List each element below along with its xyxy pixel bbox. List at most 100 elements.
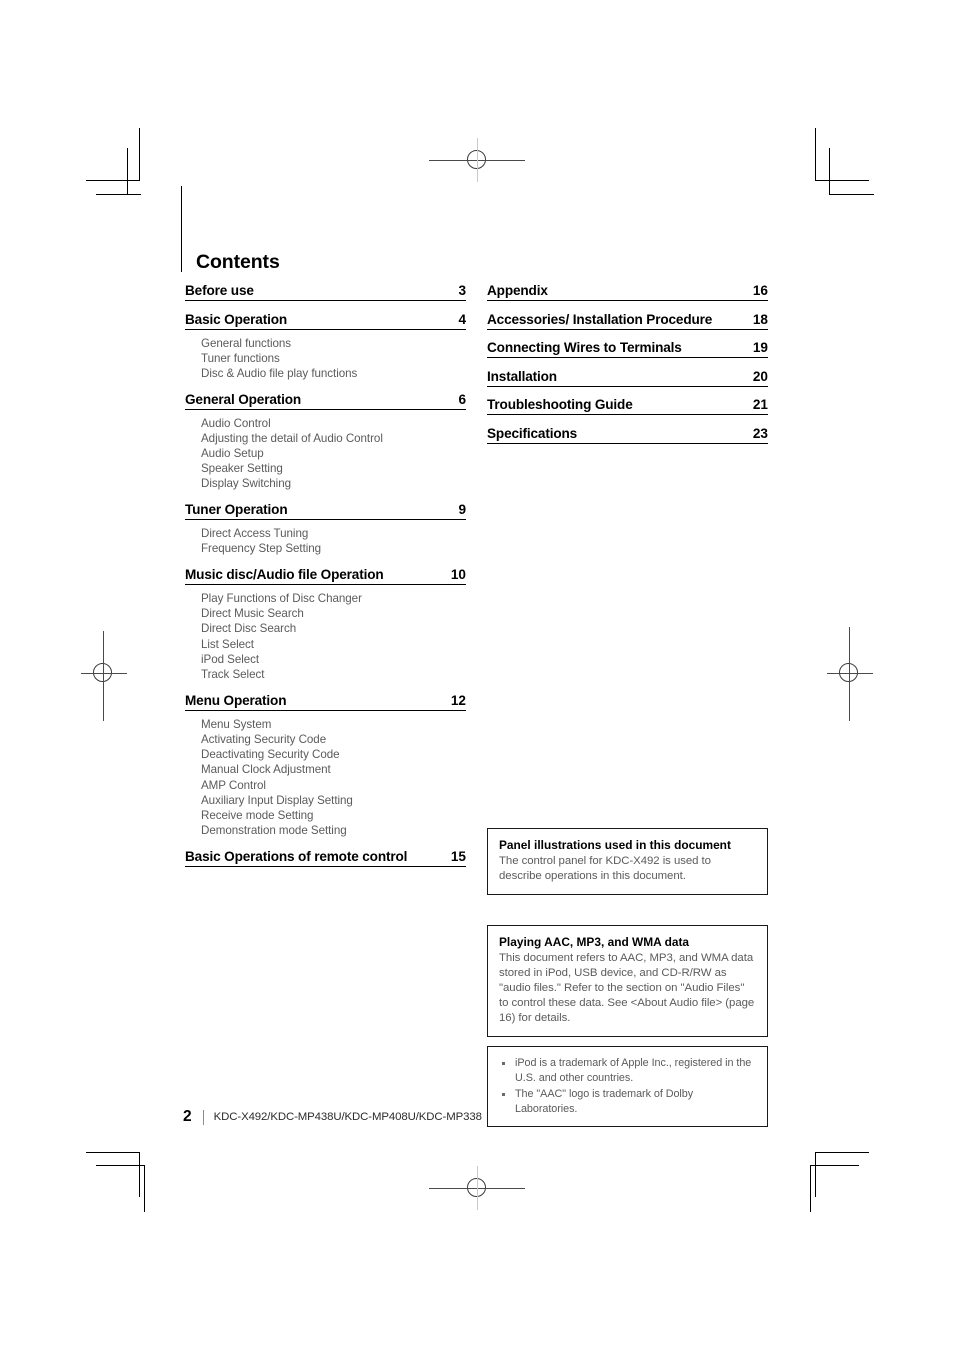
toc-subitem[interactable]: Adjusting the detail of Audio Control [201, 431, 466, 446]
footer-divider [202, 1109, 204, 1125]
note-box-panel-illustrations: Panel illustrations used in this documen… [487, 828, 768, 895]
note-body: The control panel for KDC-X492 is used t… [499, 855, 711, 882]
toc-entry-page-number: 18 [752, 311, 768, 327]
note-body: This document refers to AAC, MP3, and WM… [499, 952, 755, 1024]
toc-entry-page-number: 3 [458, 283, 466, 298]
toc-subitem[interactable]: iPod Select [201, 652, 466, 667]
toc-column-right: Appendix 16 Accessories/ Installation Proc… [487, 283, 768, 444]
toc-subitem[interactable]: General functions [201, 336, 466, 351]
toc-subitem[interactable]: Tuner functions [201, 351, 466, 366]
toc-subitem-list: General functions Tuner functions Disc & A… [185, 336, 466, 382]
toc-entry[interactable]: General Operation 6 [185, 392, 466, 410]
toc-subitem-list: Audio Control Adjusting the detail of Aud… [185, 416, 466, 492]
toc-subitem[interactable]: Speaker Setting [201, 461, 466, 476]
toc-entry[interactable]: Before use 3 [185, 283, 466, 301]
toc-entry-page-number: 21 [752, 397, 768, 412]
toc-entry[interactable]: Music disc/Audio file Operation 10 [185, 567, 466, 586]
toc-entry-title: Connecting Wires to Terminals [487, 340, 682, 355]
trademark-notice-box: iPod is a trademark of Apple Inc., regis… [487, 1046, 768, 1127]
toc-entry-title: Troubleshooting Guide [487, 397, 633, 412]
toc-entry-page-number: 23 [752, 425, 768, 441]
toc-entry-page-number: 12 [450, 692, 466, 708]
trademark-item: The "AAC" logo is trademark of Dolby Lab… [498, 1087, 756, 1117]
page-footer: 2 KDC-X492/KDC-MP438U/KDC-MP408U/KDC-MP3… [183, 1108, 482, 1126]
toc-entry-title: Menu Operation [185, 692, 287, 708]
toc-subitem[interactable]: Receive mode Setting [201, 808, 466, 823]
toc-subitem[interactable]: Menu System [201, 717, 466, 732]
toc-subitem[interactable]: AMP Control [201, 778, 466, 793]
toc-entry[interactable]: Menu Operation 12 [185, 693, 466, 711]
toc-entry-title: Appendix [487, 283, 548, 298]
toc-subitem-list: Play Functions of Disc Changer Direct Mus… [185, 591, 466, 682]
toc-entry-title: Basic Operation [185, 311, 287, 327]
toc-entry-page-number: 19 [752, 340, 768, 355]
trademark-text: iPod is a trademark of Apple Inc., regis… [515, 1057, 752, 1084]
page-title-rule [181, 186, 182, 272]
toc-entry[interactable]: Tuner Operation 9 [185, 502, 466, 521]
toc-subitem[interactable]: Activating Security Code [201, 732, 466, 747]
toc-entry[interactable]: Accessories/ Installation Procedure 18 [487, 312, 768, 330]
toc-subitem[interactable]: List Select [201, 637, 466, 652]
toc-subitem[interactable]: Deactivating Security Code [201, 747, 466, 762]
toc-entry-title: Tuner Operation [185, 502, 288, 518]
toc-subitem[interactable]: Direct Disc Search [201, 621, 466, 636]
toc-group: Appendix 16 [487, 283, 768, 301]
toc-entry[interactable]: Installation 20 [487, 369, 768, 387]
toc-entry[interactable]: Basic Operation 4 [185, 312, 466, 330]
note-title: Playing AAC, MP3, and WMA data [499, 935, 690, 949]
footer-model-list: KDC-X492/KDC-MP438U/KDC-MP408U/KDC-MP338 [213, 1111, 482, 1123]
bullet-icon [502, 1062, 505, 1065]
footer-page-number: 2 [183, 1108, 192, 1125]
toc-subitem-list: Direct Access Tuning Frequency Step Setti… [185, 526, 466, 556]
toc-entry[interactable]: Connecting Wires to Terminals 19 [487, 340, 768, 358]
toc-subitem[interactable]: Track Select [201, 667, 466, 682]
toc-group: Basic Operation 4 General functions Tuner f… [185, 312, 466, 382]
toc-group: Music disc/Audio file Operation 10 Play Fu… [185, 567, 466, 682]
toc-subitem[interactable]: Disc & Audio file play functions [201, 366, 466, 381]
toc-entry[interactable]: Basic Operations of remote control 15 [185, 849, 466, 867]
toc-group: Specifications 23 [487, 426, 768, 444]
toc-entry-title: Accessories/ Installation Procedure [487, 311, 713, 327]
toc-subitem[interactable]: Display Switching [201, 476, 466, 491]
document-page: Contents Before use 3 Basic Operation 4 Gene… [0, 0, 954, 1350]
toc-group: Tuner Operation 9 Direct Access Tuning Freq… [185, 502, 466, 556]
toc-entry-title: Basic Operations of remote control [185, 848, 408, 864]
toc-subitem[interactable]: Frequency Step Setting [201, 541, 466, 556]
toc-group: Accessories/ Installation Procedure 18 [487, 312, 768, 330]
toc-subitem[interactable]: Direct Access Tuning [201, 526, 466, 541]
toc-subitem[interactable]: Play Functions of Disc Changer [201, 591, 466, 606]
toc-entry[interactable]: Appendix 16 [487, 283, 768, 301]
toc-entry-title: General Operation [185, 391, 302, 407]
toc-entry-title: Before use [185, 283, 254, 298]
bullet-icon [502, 1093, 505, 1096]
toc-entry[interactable]: Troubleshooting Guide 21 [487, 397, 768, 415]
trademark-list: iPod is a trademark of Apple Inc., regis… [498, 1056, 756, 1117]
toc-group: Installation 20 [487, 369, 768, 387]
toc-group: Menu Operation 12 Menu System Activating Se… [185, 693, 466, 839]
toc-subitem[interactable]: Auxiliary Input Display Setting [201, 793, 466, 808]
toc-group: Before use 3 [185, 283, 466, 301]
toc-group: Basic Operations of remote control 15 [185, 849, 466, 867]
page-title: Contents [196, 251, 280, 274]
trademark-item: iPod is a trademark of Apple Inc., regis… [498, 1056, 756, 1086]
toc-entry-page-number: 6 [458, 391, 466, 407]
toc-subitem[interactable]: Demonstration mode Setting [201, 823, 466, 838]
toc-group: Connecting Wires to Terminals 19 [487, 340, 768, 358]
note-title: Panel illustrations used in this documen… [499, 838, 731, 852]
toc-entry[interactable]: Specifications 23 [487, 426, 768, 444]
toc-entry-page-number: 10 [450, 567, 466, 583]
toc-subitem-list: Menu System Activating Security Code Deact… [185, 717, 466, 839]
toc-group: General Operation 6 Audio Control Adjusting… [185, 392, 466, 492]
toc-subitem[interactable]: Direct Music Search [201, 606, 466, 621]
toc-entry-page-number: 9 [458, 502, 466, 518]
toc-entry-page-number: 15 [450, 848, 466, 864]
toc-column-left: Before use 3 Basic Operation 4 General funct… [185, 283, 466, 867]
toc-entry-title: Specifications [487, 425, 578, 441]
toc-group: Troubleshooting Guide 21 [487, 397, 768, 415]
trademark-text: The "AAC" logo is trademark of Dolby Lab… [515, 1088, 694, 1115]
note-box-playing-audio-data: Playing AAC, MP3, and WMA data This docu… [487, 925, 768, 1037]
toc-subitem[interactable]: Audio Control [201, 416, 466, 431]
toc-subitem[interactable]: Manual Clock Adjustment [201, 762, 466, 777]
toc-subitem[interactable]: Audio Setup [201, 446, 466, 461]
toc-entry-title: Installation [487, 368, 557, 384]
